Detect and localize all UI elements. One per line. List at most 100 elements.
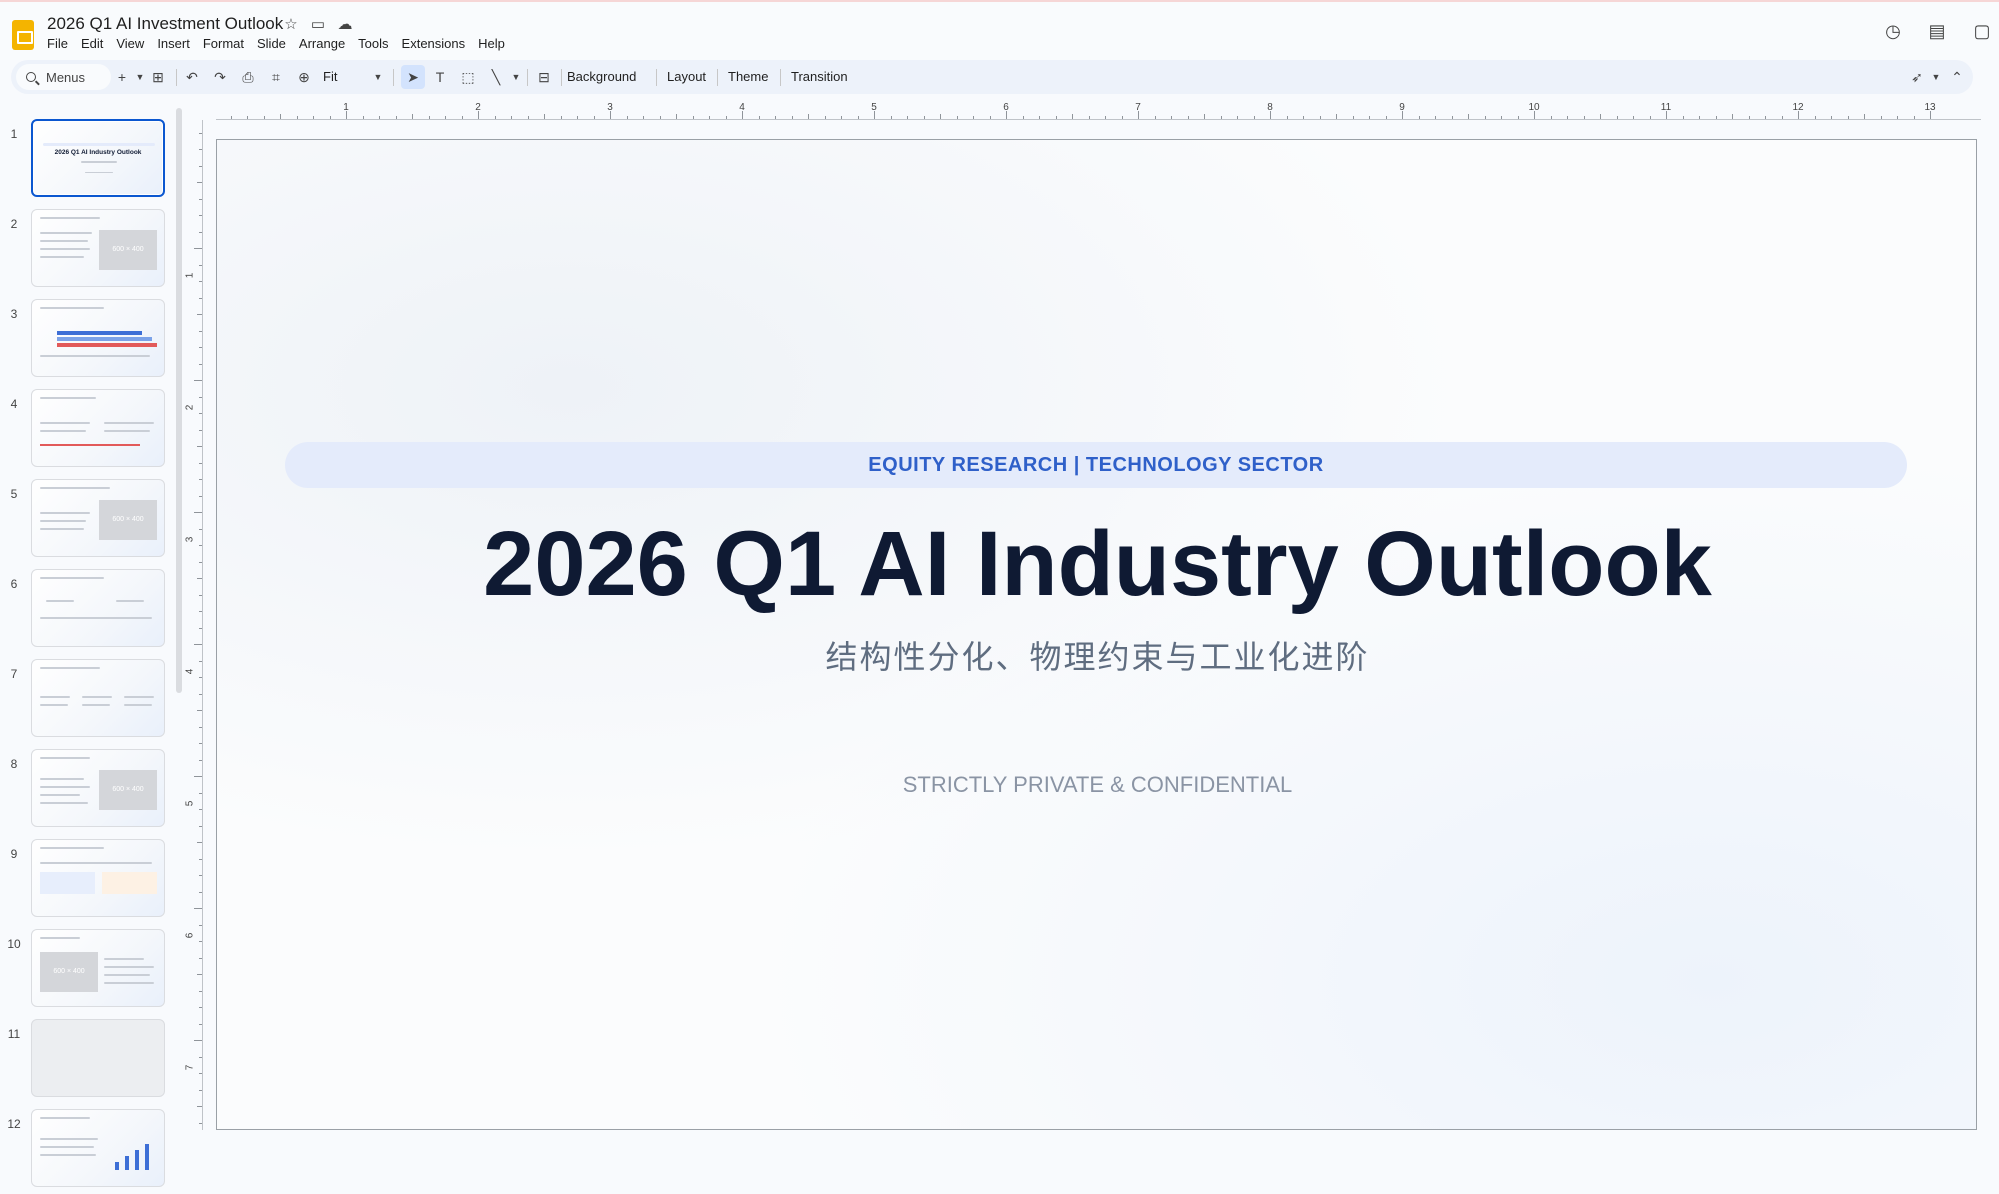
eyebrow-banner[interactable]: EQUITY RESEARCH | TECHNOLOGY SECTOR	[285, 442, 1907, 488]
slide-title[interactable]: 2026 Q1 AI Industry Outlook	[217, 512, 1976, 617]
ruler-tick	[1699, 116, 1700, 119]
thumb-line	[116, 600, 144, 602]
move-to-folder-icon[interactable]: ▭	[308, 15, 328, 35]
thumb-line	[40, 577, 104, 579]
select-tool-icon[interactable]: ➤	[401, 65, 425, 89]
ruler-tick	[263, 116, 265, 119]
slide-preview[interactable]	[31, 569, 165, 647]
slide-preview[interactable]	[31, 839, 165, 917]
comment-icon[interactable]: ▤	[1925, 19, 1949, 43]
zoom-icon[interactable]: ⊕	[293, 65, 315, 89]
slide-thumbnail-2[interactable]: 2 600 × 400	[0, 209, 188, 289]
line-tool-icon[interactable]: ╲	[485, 65, 507, 89]
redo-icon[interactable]: ↷	[209, 65, 231, 89]
menu-extensions[interactable]: Extensions	[402, 36, 474, 51]
thumb-line	[124, 696, 154, 698]
slide-thumbnail-5[interactable]: 5 600 × 400	[0, 479, 188, 559]
ruler-tick	[199, 297, 202, 299]
slide-preview[interactable]: 600 × 400	[31, 749, 165, 827]
slide-thumbnail-1[interactable]: 1 2026 Q1 AI Industry Outlook	[0, 119, 188, 199]
ruler-tick	[199, 165, 202, 167]
search-menus-button[interactable]: Menus	[16, 64, 111, 90]
ruler-tick	[1649, 116, 1651, 119]
ruler-tick	[989, 116, 991, 119]
menu-tools[interactable]: Tools	[358, 36, 396, 51]
slide-subtitle[interactable]: 结构性分化、物理约束与工业化进阶	[217, 632, 1976, 678]
zoom-select[interactable]: Fit	[323, 65, 337, 89]
ruler-tick	[857, 116, 859, 119]
thumb-line	[82, 704, 110, 706]
slide-preview[interactable]	[31, 659, 165, 737]
collapse-toolbar-icon[interactable]: ⌃	[1946, 65, 1968, 89]
history-icon[interactable]: ◷	[1881, 19, 1905, 43]
slide-preview[interactable]	[31, 1019, 165, 1097]
slide-preview[interactable]	[31, 1109, 165, 1187]
ruler-tick	[296, 116, 298, 119]
slide-thumbnail-11[interactable]: 11	[0, 1019, 188, 1099]
menu-slide[interactable]: Slide	[257, 36, 294, 51]
menu-format[interactable]: Format	[203, 36, 252, 51]
thumb-line	[40, 307, 104, 309]
layout-button[interactable]: Layout	[667, 65, 706, 89]
menu-file[interactable]: File	[47, 36, 76, 51]
slide-thumbnail-8[interactable]: 8 600 × 400	[0, 749, 188, 829]
ruler-tick	[544, 114, 545, 119]
confidential-footer[interactable]: STRICTLY PRIVATE & CONFIDENTIAL	[217, 772, 1976, 798]
slide-canvas[interactable]: EQUITY RESEARCH | TECHNOLOGY SECTOR 2026…	[216, 139, 1977, 1130]
meet-icon[interactable]: ▢	[1970, 19, 1994, 43]
background-button[interactable]: Background	[567, 65, 636, 89]
thumb-line	[104, 422, 154, 424]
menu-view[interactable]: View	[116, 36, 152, 51]
slide-thumbnail-4[interactable]: 4	[0, 389, 188, 469]
import-slides-icon[interactable]: ⊞	[147, 65, 169, 89]
zoom-dropdown-icon[interactable]: ▼	[367, 65, 389, 89]
slide-thumbnail-10[interactable]: 10 600 × 400	[0, 929, 188, 1009]
star-icon[interactable]: ☆	[281, 15, 301, 35]
text-box-icon[interactable]: T	[429, 65, 451, 89]
transition-button[interactable]: Transition	[791, 65, 848, 89]
slide-preview[interactable]: 600 × 400	[31, 479, 165, 557]
ruler-label: 12	[1792, 102, 1804, 113]
document-title[interactable]: 2026 Q1 AI Investment Outlook	[47, 14, 283, 34]
editing-mode-dropdown-icon[interactable]: ▼	[1925, 65, 1947, 89]
slide-preview[interactable]	[31, 299, 165, 377]
ruler-label: 3	[184, 536, 196, 543]
thumb-line	[81, 161, 117, 163]
ruler-tick	[1583, 116, 1585, 119]
horizontal-ruler[interactable]: 1 2 3 4 5 6 7 8 9 10 11 12 13	[216, 102, 1981, 120]
thumb-line	[85, 172, 113, 173]
thumb-line	[40, 422, 90, 424]
ruler-tick	[199, 363, 202, 365]
print-icon[interactable]: ⎙	[237, 65, 259, 89]
menu-help[interactable]: Help	[478, 36, 513, 51]
cloud-status-icon[interactable]: ☁	[335, 15, 355, 35]
vertical-ruler[interactable]: 1 2 3 4 5 6 7	[184, 120, 203, 1130]
slide-preview[interactable]: 600 × 400	[31, 929, 165, 1007]
ruler-tick	[199, 528, 202, 530]
add-comment-icon[interactable]: ⊟	[533, 65, 555, 89]
ruler-label: 8	[1267, 102, 1273, 113]
toolbar-divider	[717, 69, 718, 86]
image-icon[interactable]: ⬚	[457, 65, 479, 89]
menu-arrange[interactable]: Arrange	[299, 36, 353, 51]
line-dropdown-icon[interactable]: ▼	[505, 65, 527, 89]
menu-edit[interactable]: Edit	[81, 36, 111, 51]
slide-thumbnail-7[interactable]: 7	[0, 659, 188, 739]
slide-thumbnail-3[interactable]: 3	[0, 299, 188, 379]
theme-button[interactable]: Theme	[728, 65, 768, 89]
slide-thumbnail-6[interactable]: 6	[0, 569, 188, 649]
ruler-tick	[199, 759, 202, 761]
undo-icon[interactable]: ↶	[181, 65, 203, 89]
paint-format-icon[interactable]: ⌗	[265, 65, 287, 89]
slide-preview[interactable]: 600 × 400	[31, 209, 165, 287]
ruler-tick	[1319, 116, 1321, 119]
slide-thumbnail-12[interactable]: 12	[0, 1109, 188, 1189]
thumb-line	[40, 512, 90, 514]
menu-insert[interactable]: Insert	[157, 36, 198, 51]
slide-preview[interactable]: 2026 Q1 AI Industry Outlook	[31, 119, 165, 197]
thumb-line	[40, 1138, 98, 1140]
slide-preview[interactable]	[31, 389, 165, 467]
slides-logo-icon[interactable]	[12, 20, 34, 50]
slide-thumbnail-9[interactable]: 9	[0, 839, 188, 919]
thumb-line	[104, 982, 154, 984]
